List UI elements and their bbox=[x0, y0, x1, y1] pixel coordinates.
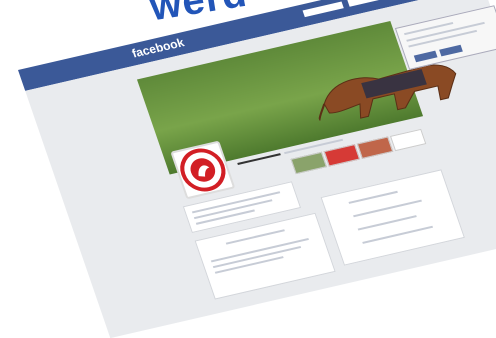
tilted-facebook-screen: facebook bbox=[18, 0, 496, 338]
recent-post-line bbox=[348, 190, 398, 204]
post-author-line bbox=[225, 229, 285, 245]
app-tab[interactable] bbox=[389, 128, 427, 152]
popup-sign-up-button[interactable] bbox=[413, 50, 438, 63]
recent-posts-box bbox=[320, 169, 465, 266]
app-tab[interactable] bbox=[356, 136, 394, 159]
photos-tab[interactable] bbox=[290, 151, 327, 175]
app-tab[interactable] bbox=[323, 144, 361, 167]
recent-post-line bbox=[362, 225, 434, 244]
popup-login-button[interactable] bbox=[439, 44, 463, 57]
facebook-page-body bbox=[25, 0, 496, 338]
recent-post-line bbox=[357, 215, 417, 231]
password-field[interactable] bbox=[347, 0, 389, 7]
email-field[interactable] bbox=[302, 1, 344, 18]
photo-of-facebook-page: facebook bbox=[0, 0, 496, 338]
recent-post-line bbox=[353, 199, 422, 218]
login-popup bbox=[394, 5, 496, 70]
popup-title-line bbox=[403, 21, 454, 36]
